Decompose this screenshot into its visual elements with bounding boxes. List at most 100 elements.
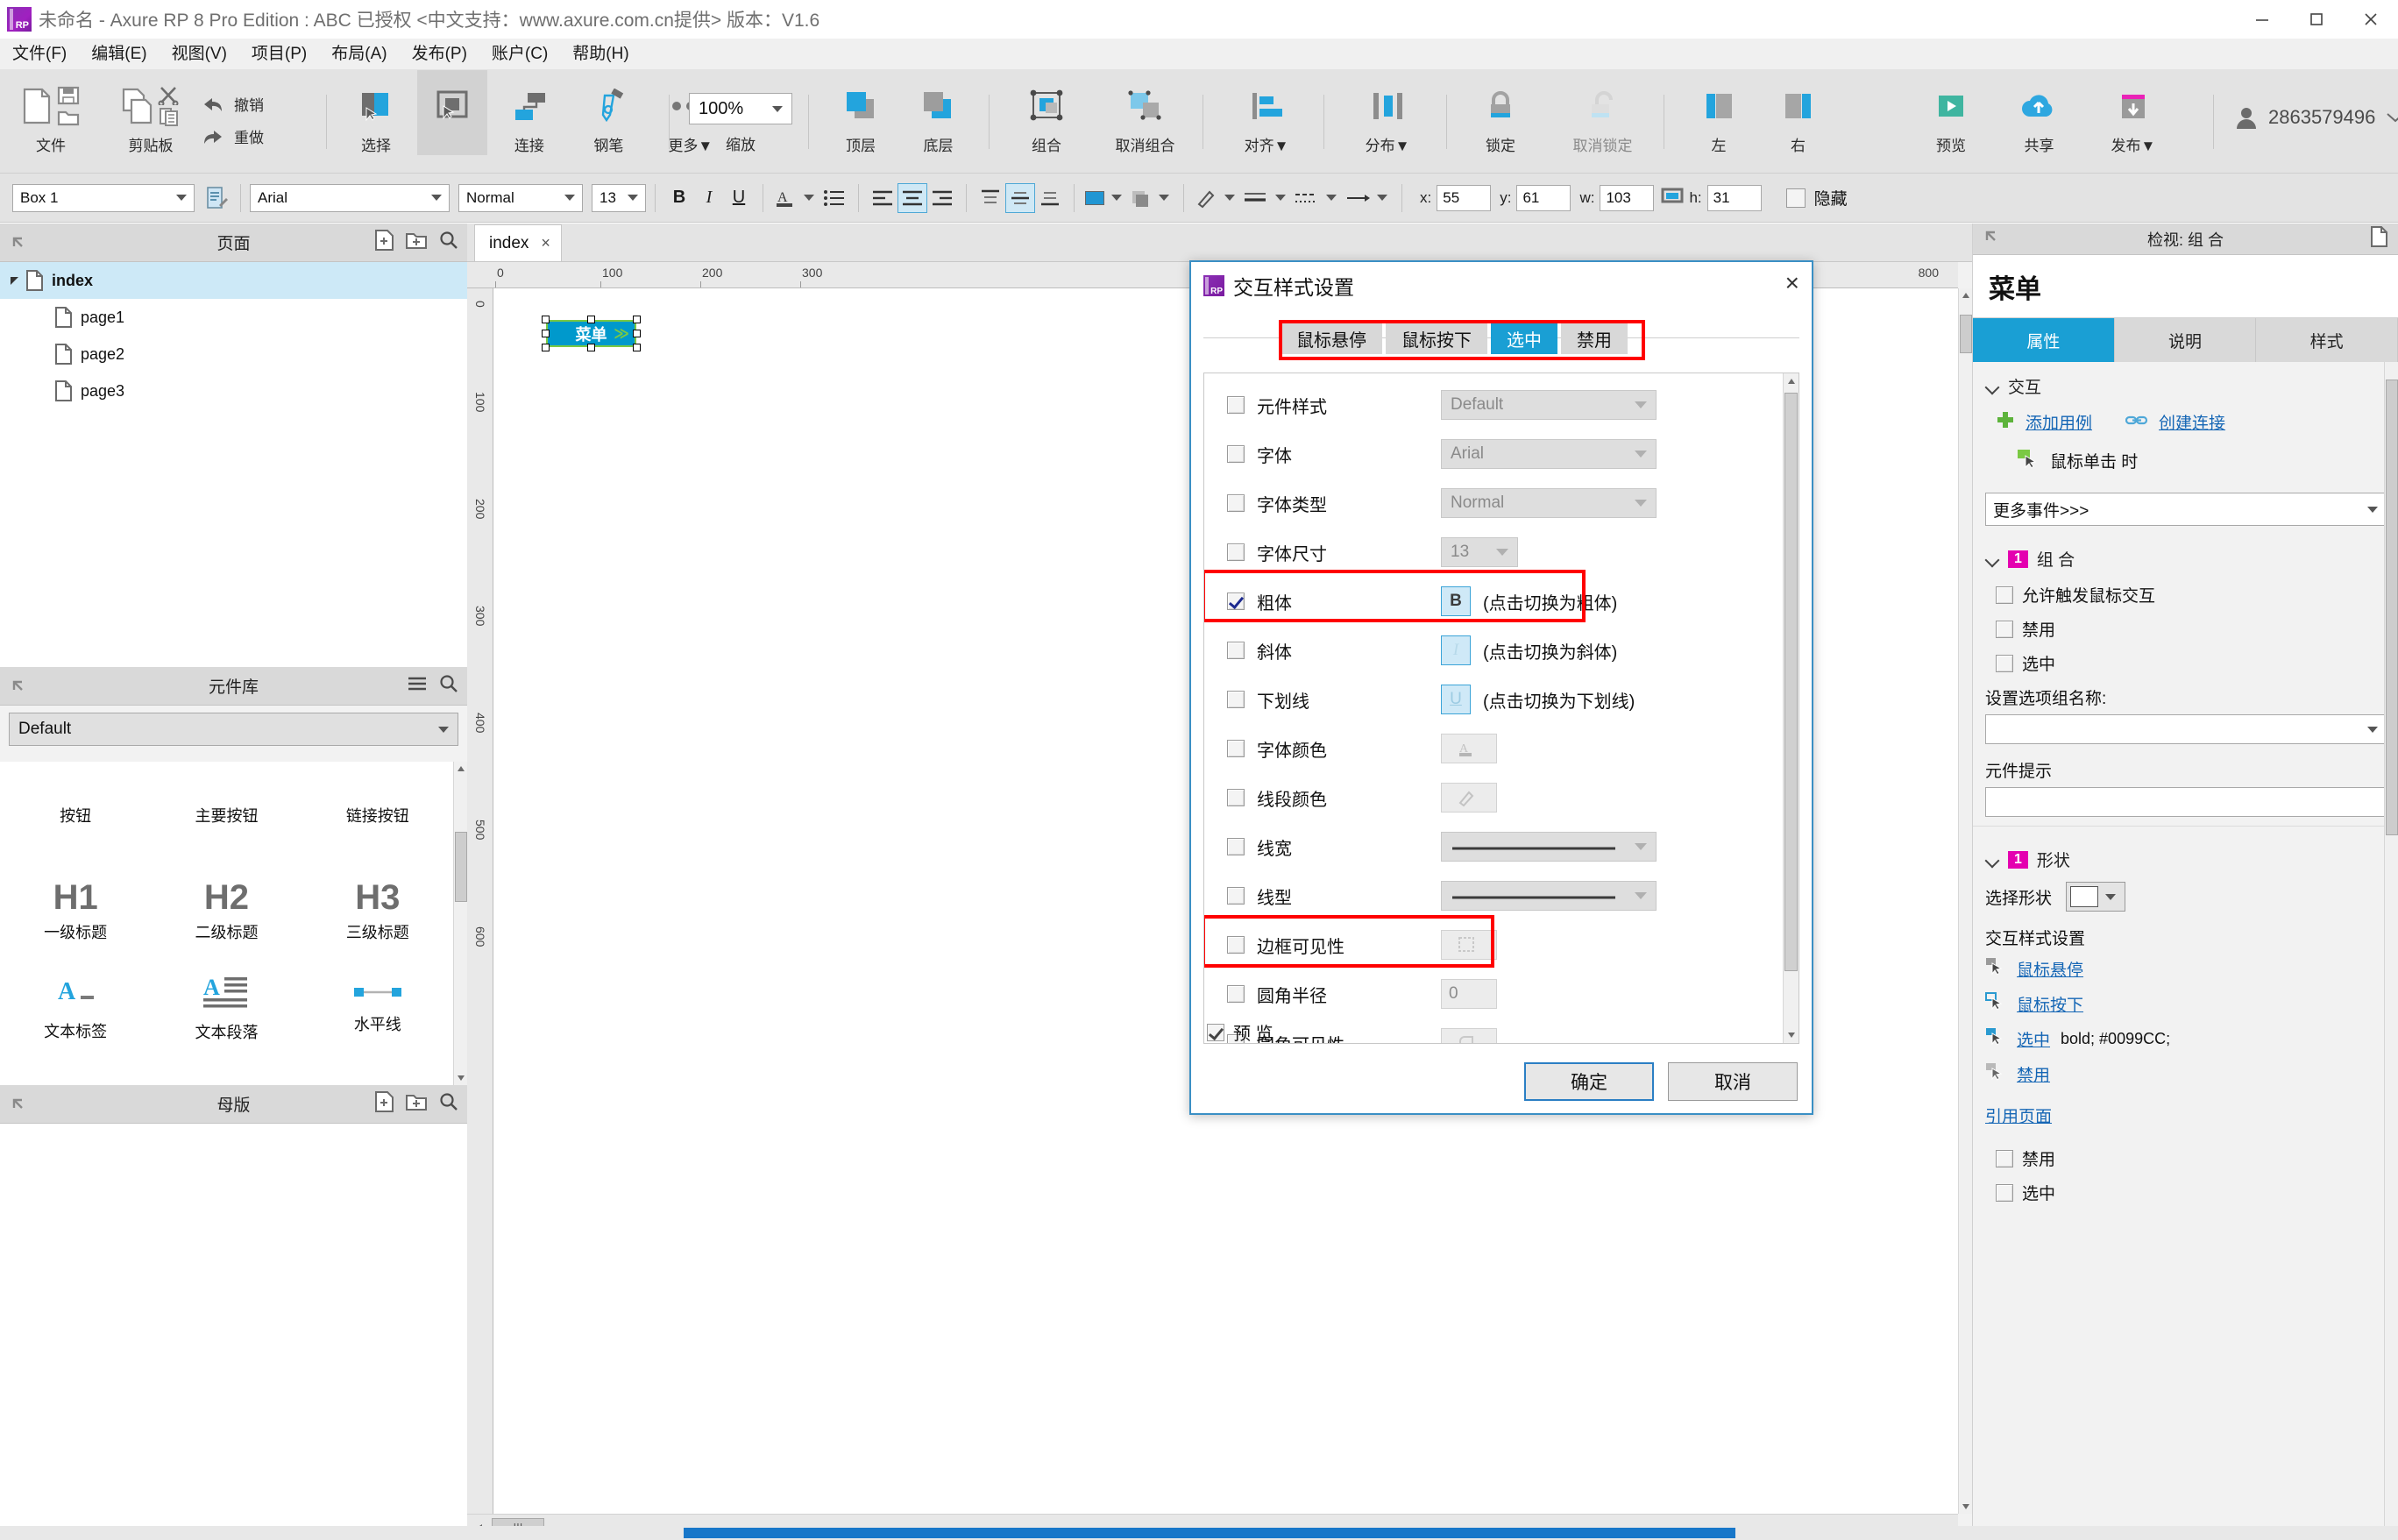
tab-index[interactable]: index × (474, 224, 562, 261)
option-row-font-size[interactable]: 字体尺寸 13 (1204, 528, 1783, 577)
arrow-style-button[interactable] (1342, 183, 1393, 213)
option-row-italic[interactable]: 斜体 I (点击切换为斜体) (1204, 626, 1783, 675)
option-row-font-color[interactable]: 字体颜色 A (1204, 724, 1783, 773)
bring-to-front-button[interactable]: 顶层 (824, 70, 897, 155)
option-row-corner-radius[interactable]: 圆角半径 0 (1204, 969, 1783, 1018)
search-icon[interactable] (439, 1092, 458, 1116)
dialog-scrollbar[interactable] (1783, 373, 1798, 1043)
menu-item-publish[interactable]: 发布(P) (400, 39, 479, 70)
select-mode-button[interactable]: 选择 (417, 70, 488, 155)
menu-item-help[interactable]: 帮助(H) (560, 39, 641, 70)
italic-toggle-button[interactable]: I (1441, 635, 1471, 665)
scroll-down-icon[interactable] (1784, 1027, 1798, 1043)
add-folder-icon[interactable] (406, 231, 427, 254)
select-tool-button[interactable]: 选择 (338, 70, 414, 155)
resize-handle-sw[interactable] (542, 344, 550, 351)
page-item-page3[interactable]: page3 (0, 373, 467, 409)
section-group[interactable]: 1 组 合 (1973, 535, 2398, 578)
publish-button[interactable]: 发布▼ (2085, 70, 2182, 155)
widget-item-text-paragraph[interactable]: A 文本段落 (195, 974, 258, 1043)
redo-button[interactable]: 重做 (201, 125, 320, 147)
valign-top-button[interactable] (976, 183, 1005, 213)
align-left-button[interactable] (868, 183, 897, 213)
align-button[interactable]: 对齐▼ (1218, 70, 1315, 155)
selected-link[interactable]: 选中 (2017, 1027, 2050, 1051)
section-interaction[interactable]: 交互 (1973, 362, 2398, 405)
checkbox-row-selected[interactable]: 选中 (1973, 646, 2398, 680)
widget-item-button[interactable]: 按钮 (60, 804, 91, 827)
dialog-tab-mousedown[interactable]: 鼠标按下 (1386, 323, 1487, 354)
zoom-control[interactable]: 100% 缩放 (684, 70, 798, 154)
scroll-up-icon[interactable] (1959, 288, 1972, 302)
distribute-button[interactable]: 分布▼ (1339, 70, 1436, 155)
page-item-page2[interactable]: page2 (0, 336, 467, 373)
bold-toggle-button[interactable]: B (1441, 586, 1471, 616)
option-row-border-visibility[interactable]: 边框可见性 (1204, 920, 1783, 969)
hamburger-menu-icon[interactable] (408, 676, 427, 696)
font-checkbox[interactable] (1227, 445, 1245, 463)
scroll-thumb[interactable] (1960, 315, 1972, 353)
scroll-down-icon[interactable] (454, 1071, 468, 1085)
font-family-select[interactable]: Arial (250, 183, 450, 212)
fill-color-button[interactable] (1083, 183, 1127, 213)
maximize-icon[interactable] (2289, 0, 2344, 39)
option-row-line-color[interactable]: 线段颜色 (1204, 773, 1783, 822)
ungroup-button[interactable]: 取消组合 (1092, 70, 1197, 155)
bottom-disabled-checkbox[interactable] (1996, 1149, 2013, 1167)
checkbox-row-disabled[interactable]: 禁用 (1973, 612, 2398, 646)
add-case-link[interactable]: 添加用例 (2026, 410, 2092, 434)
resize-handle-nw[interactable] (542, 316, 550, 323)
underline-button[interactable]: U (724, 183, 754, 213)
option-row-line-width[interactable]: 线宽 (1204, 822, 1783, 871)
widget-style-checkbox[interactable] (1227, 396, 1245, 414)
connect-tool-button[interactable]: 连接 (492, 70, 567, 155)
hidden-checkbox[interactable] (1785, 188, 1806, 208)
preview-button[interactable]: 预览 (1909, 70, 1993, 155)
font-color-button[interactable]: A (772, 183, 819, 213)
bottom-selected-checkbox[interactable] (1996, 1183, 2013, 1202)
line-style-button[interactable] (1291, 183, 1342, 213)
tab-style[interactable]: 样式 (2256, 318, 2398, 362)
line-color-checkbox[interactable] (1227, 789, 1245, 806)
style-editor-button[interactable] (202, 183, 231, 213)
event-row-click[interactable]: 鼠标单击 时 (1973, 434, 2398, 473)
hover-link[interactable]: 鼠标悬停 (2017, 957, 2083, 981)
font-weight-checkbox[interactable] (1227, 494, 1245, 512)
preview-checkbox[interactable] (1207, 1023, 1224, 1041)
pen-tool-button[interactable]: 钢笔 (571, 70, 646, 155)
font-weight-select[interactable]: Normal (458, 183, 583, 212)
tab-properties[interactable]: 属性 (1973, 318, 2115, 362)
widget-item-h3[interactable]: H3 三级标题 (346, 880, 409, 943)
line-width-checkbox[interactable] (1227, 838, 1245, 855)
disabled-checkbox[interactable] (1996, 620, 2013, 638)
option-row-font-weight[interactable]: 字体类型 Normal (1204, 479, 1783, 528)
shadow-button[interactable] (1127, 183, 1174, 213)
tooltip-input[interactable] (1985, 787, 2386, 817)
inspector-scrollbar[interactable] (2384, 362, 2398, 1540)
scroll-thumb[interactable] (1784, 393, 1798, 971)
istyle-row-disabled[interactable]: 禁用 (1973, 1056, 2398, 1091)
underline-toggle-button[interactable]: U (1441, 685, 1471, 714)
canvas-vertical-scrollbar[interactable] (1958, 288, 1972, 1514)
resize-handle-s[interactable] (587, 344, 595, 351)
bottom-checkbox-row-selected[interactable]: 选中 (1973, 1175, 2398, 1210)
widget-style-select[interactable]: Box 1 (12, 183, 195, 212)
menu-item-file[interactable]: 文件(F) (0, 39, 79, 70)
close-icon[interactable]: × (1785, 271, 1799, 295)
y-input[interactable]: 61 (1516, 184, 1571, 211)
resize-handle-ne[interactable] (633, 316, 641, 323)
option-row-corner-visibility[interactable]: 圆角可见性 (1204, 1018, 1783, 1043)
expand-triangle-icon[interactable] (11, 276, 18, 285)
group-button[interactable]: 组合 (1004, 70, 1089, 155)
cancel-button[interactable]: 取消 (1668, 1062, 1798, 1101)
widget-item-horizontal-line[interactable]: 水平线 (351, 982, 404, 1035)
inspector-doc-icon[interactable] (2370, 226, 2387, 252)
page-item-index[interactable]: index (0, 262, 467, 299)
clipboard-button[interactable]: 剪贴板 (98, 70, 203, 155)
scroll-up-icon[interactable] (454, 762, 467, 776)
option-group-select[interactable] (1985, 714, 2386, 744)
widget-item-h1[interactable]: H1 一级标题 (44, 880, 107, 943)
account-button[interactable]: 2863579496 (2235, 105, 2398, 130)
allow-mouse-checkbox[interactable] (1996, 585, 2013, 604)
option-row-font[interactable]: 字体 Arial (1204, 429, 1783, 479)
